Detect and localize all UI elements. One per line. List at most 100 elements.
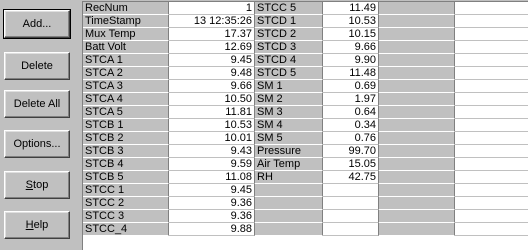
grid-value-cell: 9.43 — [169, 145, 255, 158]
grid-label-cell: Batt Volt — [83, 41, 169, 54]
grid-empty-label-cell — [379, 28, 455, 41]
grid-empty-label-cell — [379, 15, 455, 28]
grid-value-cell: 0.34 — [323, 119, 379, 132]
grid-empty-value-cell — [455, 15, 528, 28]
stop-button[interactable]: Stop — [4, 171, 70, 199]
grid-label-cell: SM 2 — [255, 93, 323, 106]
grid-empty-label-cell — [379, 184, 455, 197]
grid-value-cell: 0.64 — [323, 106, 379, 119]
grid-empty-label-cell — [379, 171, 455, 184]
grid-empty-label-cell — [379, 132, 455, 145]
grid-empty-label-cell — [379, 2, 455, 15]
grid-empty-value-cell — [323, 210, 379, 223]
grid-empty-label-cell — [379, 67, 455, 80]
grid-value-cell: 12.69 — [169, 41, 255, 54]
grid-label-cell: STCA 2 — [83, 67, 169, 80]
grid-value-cell: 17.37 — [169, 28, 255, 41]
grid-label-cell: Pressure — [255, 145, 323, 158]
grid-value-cell: 9.59 — [169, 158, 255, 171]
grid-empty-label-cell — [255, 210, 323, 223]
grid-empty-label-cell — [379, 80, 455, 93]
grid-label-cell: SM 1 — [255, 80, 323, 93]
grid-label-cell: STCD 1 — [255, 15, 323, 28]
grid-label-cell: RH — [255, 171, 323, 184]
grid-value-cell: 0.69 — [323, 80, 379, 93]
grid-value-cell: 9.36 — [169, 210, 255, 223]
grid-label-cell: RecNum — [83, 2, 169, 15]
grid-value-cell: 9.48 — [169, 67, 255, 80]
grid-value-cell: 10.01 — [169, 132, 255, 145]
grid-label-cell: STCA 5 — [83, 106, 169, 119]
grid-label-cell: SM 3 — [255, 106, 323, 119]
grid-empty-label-cell — [379, 210, 455, 223]
grid-empty-label-cell — [379, 158, 455, 171]
grid-value-cell: 0.76 — [323, 132, 379, 145]
grid-value-cell: 11.08 — [169, 171, 255, 184]
grid-value-cell: 1 — [169, 2, 255, 15]
grid-empty-value-cell — [323, 223, 379, 236]
grid-empty-value-cell — [455, 106, 528, 119]
delete-button[interactable]: Delete — [4, 52, 70, 80]
grid-value-cell: 9.66 — [169, 80, 255, 93]
options-button[interactable]: Options... — [4, 130, 70, 158]
grid-empty-label-cell — [255, 184, 323, 197]
grid-empty-label-cell — [379, 41, 455, 54]
grid-label-cell: STCA 3 — [83, 80, 169, 93]
button-panel: Add... Delete Delete All Options... Stop… — [0, 0, 78, 250]
grid-empty-value-cell — [455, 158, 528, 171]
grid-empty-value-cell — [455, 80, 528, 93]
grid-value-cell: 9.45 — [169, 184, 255, 197]
grid-value-cell: 9.88 — [169, 223, 255, 236]
grid-value-cell: 10.53 — [169, 119, 255, 132]
grid-empty-label-cell — [379, 145, 455, 158]
grid-value-cell: 9.66 — [323, 41, 379, 54]
grid-empty-value-cell — [455, 28, 528, 41]
grid-label-cell: SM 4 — [255, 119, 323, 132]
grid-label-cell: STCA 1 — [83, 54, 169, 67]
add-button[interactable]: Add... — [3, 9, 71, 39]
grid-value-cell: 9.36 — [169, 197, 255, 210]
grid-label-cell: STCC 3 — [83, 210, 169, 223]
grid-empty-value-cell — [455, 41, 528, 54]
grid-empty-label-cell — [379, 106, 455, 119]
grid-label-cell: STCC 2 — [83, 197, 169, 210]
grid-empty-value-cell — [455, 184, 528, 197]
grid-value-cell: 15.05 — [323, 158, 379, 171]
grid-value-cell: 11.49 — [323, 2, 379, 15]
grid-label-cell: STCA 4 — [83, 93, 169, 106]
grid-value-cell: 10.15 — [323, 28, 379, 41]
grid-empty-label-cell — [379, 93, 455, 106]
grid-label-cell: STCB 3 — [83, 145, 169, 158]
grid-empty-label-cell — [255, 197, 323, 210]
grid-empty-value-cell — [455, 132, 528, 145]
delete-all-button[interactable]: Delete All — [4, 90, 70, 118]
data-grid: RecNum 1 TimeStamp 13 12:35:26 Mux Temp 17.37… — [82, 1, 528, 250]
grid-empty-value-cell — [455, 93, 528, 106]
help-button[interactable]: Help — [4, 211, 70, 239]
grid-empty-value-cell — [455, 223, 528, 236]
grid-value-cell: 9.45 — [169, 54, 255, 67]
grid-empty-label-cell — [379, 119, 455, 132]
grid-empty-value-cell — [455, 119, 528, 132]
grid-label-cell: STCC 5 — [255, 2, 323, 15]
grid-empty-value-cell — [455, 210, 528, 223]
grid-value-cell: 42.75 — [323, 171, 379, 184]
grid-empty-label-cell — [379, 54, 455, 67]
grid-label-cell: STCD 4 — [255, 54, 323, 67]
grid-label-cell: STCD 5 — [255, 67, 323, 80]
grid-empty-value-cell — [323, 197, 379, 210]
grid-empty-value-cell — [455, 145, 528, 158]
grid-label-cell: STCD 2 — [255, 28, 323, 41]
grid-label-cell: Mux Temp — [83, 28, 169, 41]
grid-empty-value-cell — [455, 54, 528, 67]
grid-value-cell: 1.97 — [323, 93, 379, 106]
grid-label-cell: STCB 4 — [83, 158, 169, 171]
grid-value-cell: 9.90 — [323, 54, 379, 67]
grid-value-cell: 13 12:35:26 — [169, 15, 255, 28]
grid-label-cell: STCC_4 — [83, 223, 169, 236]
grid-empty-value-cell — [455, 171, 528, 184]
grid-label-cell: STCB 1 — [83, 119, 169, 132]
grid-label-cell: STCD 3 — [255, 41, 323, 54]
grid-label-cell: Air Temp — [255, 158, 323, 171]
grid-empty-label-cell — [379, 197, 455, 210]
